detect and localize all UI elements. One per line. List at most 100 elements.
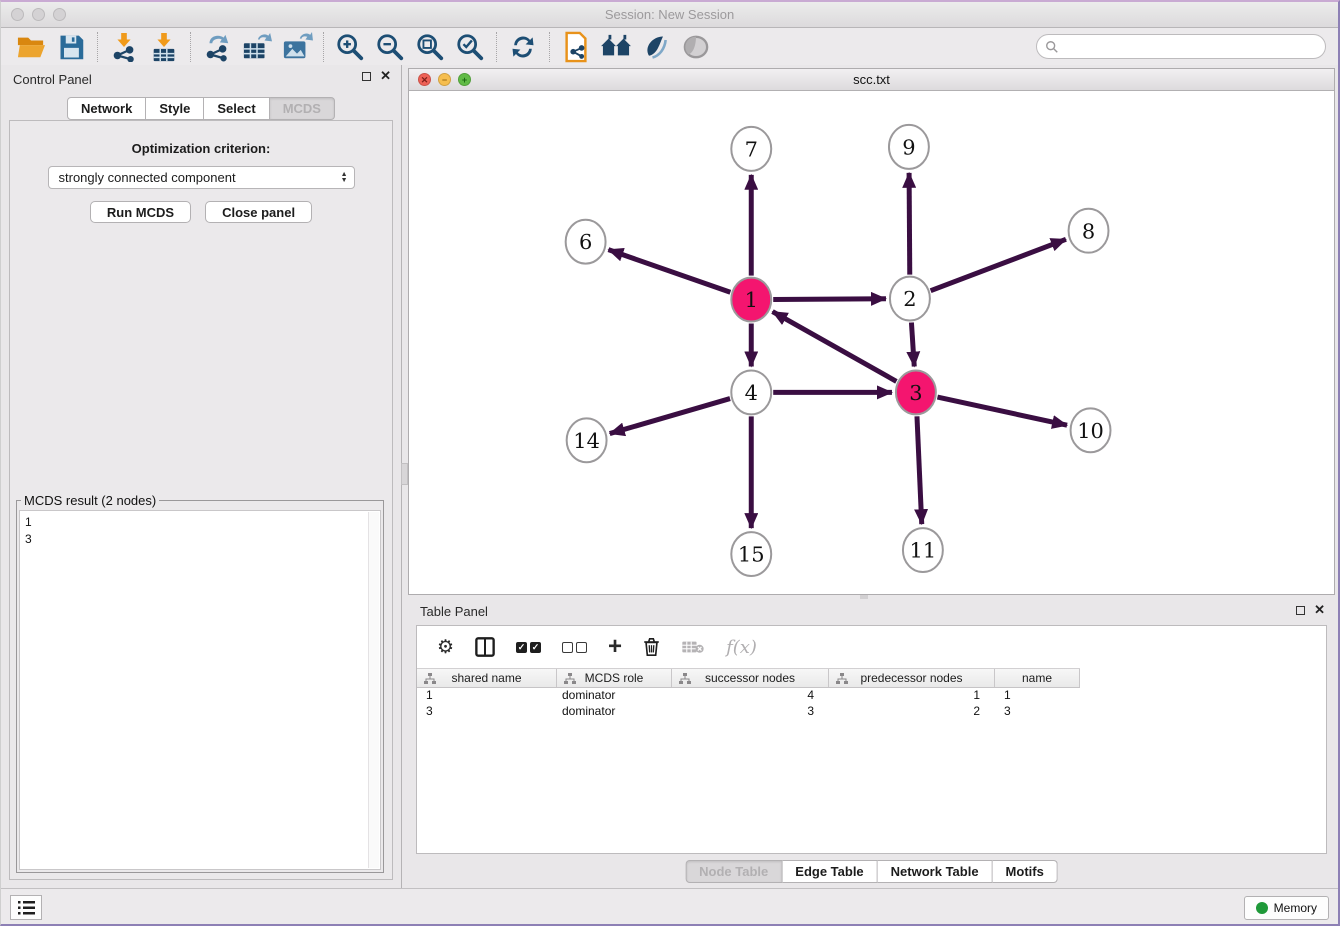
export-table-icon[interactable]	[237, 31, 277, 63]
network-close-button[interactable]: ✕	[418, 73, 431, 86]
tab-style[interactable]: Style	[146, 97, 204, 120]
criterion-selected-value: strongly connected component	[59, 170, 341, 185]
tab-mcds[interactable]: MCDS	[270, 97, 335, 120]
control-panel-tabs: Network Style Select MCDS	[67, 97, 335, 120]
tab-network-table[interactable]: Network Table	[878, 860, 993, 883]
edge-1-6[interactable]	[608, 250, 730, 293]
main-toolbar	[1, 28, 1338, 65]
zoom-selected-icon[interactable]	[450, 31, 490, 63]
edge-2-3[interactable]	[911, 322, 914, 366]
delete-table-icon	[681, 639, 705, 655]
node-label-10: 10	[1077, 419, 1104, 443]
tab-node-table[interactable]: Node Table	[685, 860, 782, 883]
search-box[interactable]	[1036, 34, 1326, 59]
mcds-result-group: MCDS result (2 nodes) 1 3	[16, 493, 384, 873]
mcds-result-title: MCDS result (2 nodes)	[21, 493, 159, 508]
run-mcds-button[interactable]: Run MCDS	[90, 201, 191, 223]
column-header-predecessor-nodes[interactable]: predecessor nodes	[829, 669, 995, 687]
toolbar-separator	[496, 32, 497, 62]
memory-button-label: Memory	[1274, 901, 1317, 915]
edge-4-14[interactable]	[610, 399, 730, 434]
save-session-icon[interactable]	[51, 31, 91, 63]
network-minimize-button[interactable]: −	[438, 73, 451, 86]
optimization-criterion-label: Optimization criterion:	[10, 141, 392, 156]
edge-1-2[interactable]	[773, 299, 886, 300]
function-builder-icon: f(x)	[726, 637, 757, 658]
table-toolbar: ⚙ ✓✓ +	[417, 626, 1326, 668]
task-list-icon	[18, 901, 35, 915]
table-panel-tabs: Node Table Edge Table Network Table Moti…	[685, 860, 1058, 883]
vertical-splitter[interactable]	[401, 65, 407, 888]
tab-network[interactable]: Network	[67, 97, 146, 120]
node-label-3: 3	[909, 381, 922, 405]
criterion-select[interactable]: strongly connected component ▲▼	[48, 166, 355, 189]
table-settings-icon[interactable]: ⚙	[437, 638, 454, 657]
show-hide-network-overview-icon[interactable]	[596, 31, 636, 63]
zoom-in-icon[interactable]	[330, 31, 370, 63]
tab-edge-table[interactable]: Edge Table	[782, 860, 877, 883]
delete-column-icon[interactable]	[643, 637, 660, 657]
export-network-icon[interactable]	[197, 31, 237, 63]
show-column-icon[interactable]	[475, 637, 495, 657]
node-label-4: 4	[745, 381, 758, 405]
toolbar-separator	[97, 32, 98, 62]
edge-2-9[interactable]	[909, 173, 910, 275]
close-panel-icon[interactable]: ✕	[380, 71, 391, 81]
column-header-successor-nodes[interactable]: successor nodes	[672, 669, 829, 687]
edge-3-1[interactable]	[772, 312, 896, 382]
table-row[interactable]: 1 dominator 4 1 1	[417, 688, 1080, 704]
table-panel-title: Table Panel	[420, 604, 488, 619]
search-icon	[1045, 40, 1059, 54]
network-zoom-button[interactable]: +	[458, 73, 471, 86]
network-window-traffic-lights: ✕ − +	[418, 73, 471, 86]
show-graphics-details-icon[interactable]	[676, 31, 716, 63]
search-input[interactable]	[1059, 40, 1317, 54]
zoom-out-icon[interactable]	[370, 31, 410, 63]
column-header-mcds-role[interactable]: MCDS role	[557, 669, 672, 687]
sitemap-icon	[836, 673, 848, 684]
splitter-handle[interactable]	[401, 463, 408, 485]
edge-3-11[interactable]	[917, 416, 922, 524]
float-panel-icon[interactable]	[362, 72, 371, 81]
result-line: 1	[25, 514, 375, 531]
float-panel-icon[interactable]	[1296, 606, 1305, 615]
memory-button[interactable]: Memory	[1244, 896, 1329, 920]
export-image-icon[interactable]	[277, 31, 317, 63]
toolbar-separator	[190, 32, 191, 62]
network-window-title: scc.txt	[853, 72, 890, 87]
import-table-icon[interactable]	[144, 31, 184, 63]
column-header-shared-name[interactable]: shared name	[417, 669, 557, 687]
control-panel: Control Panel ✕ Network Style Select MCD…	[1, 65, 401, 888]
node-label-1: 1	[745, 288, 758, 312]
mcds-result-text[interactable]: 1 3	[19, 510, 381, 870]
toolbar-separator	[549, 32, 550, 62]
close-panel-icon[interactable]: ✕	[1314, 605, 1325, 615]
network-view-window: ✕ − + scc.txt 7968124314101511	[408, 68, 1335, 595]
node-table-container: ⚙ ✓✓ +	[416, 625, 1327, 854]
node-label-11: 11	[910, 539, 937, 563]
node-label-9: 9	[902, 135, 915, 159]
result-line: 3	[25, 531, 375, 548]
add-column-icon[interactable]: +	[608, 637, 622, 657]
zoom-fit-content-icon[interactable]	[410, 31, 450, 63]
close-panel-button[interactable]: Close panel	[205, 201, 312, 223]
result-scrollbar[interactable]	[368, 512, 379, 868]
sitemap-icon	[424, 673, 436, 684]
edge-2-8[interactable]	[931, 239, 1066, 290]
network-canvas[interactable]: 7968124314101511	[409, 91, 1334, 594]
node-table: shared name MCDS role successor nodes	[417, 668, 1326, 853]
deselect-all-icon[interactable]	[562, 642, 587, 653]
select-all-icon[interactable]: ✓✓	[516, 642, 541, 653]
open-session-icon[interactable]	[11, 31, 51, 63]
table-row[interactable]: 3 dominator 3 2 3	[417, 704, 1080, 720]
tab-motifs[interactable]: Motifs	[993, 860, 1058, 883]
task-history-button[interactable]	[10, 895, 42, 920]
apply-preferred-layout-icon[interactable]	[503, 31, 543, 63]
column-header-name[interactable]: name	[995, 669, 1080, 687]
edge-3-10[interactable]	[937, 397, 1067, 425]
show-hide-visual-styles-icon[interactable]	[636, 31, 676, 63]
tab-select[interactable]: Select	[204, 97, 269, 120]
toolbar-separator	[323, 32, 324, 62]
new-network-from-selection-icon[interactable]	[556, 31, 596, 63]
import-network-icon[interactable]	[104, 31, 144, 63]
